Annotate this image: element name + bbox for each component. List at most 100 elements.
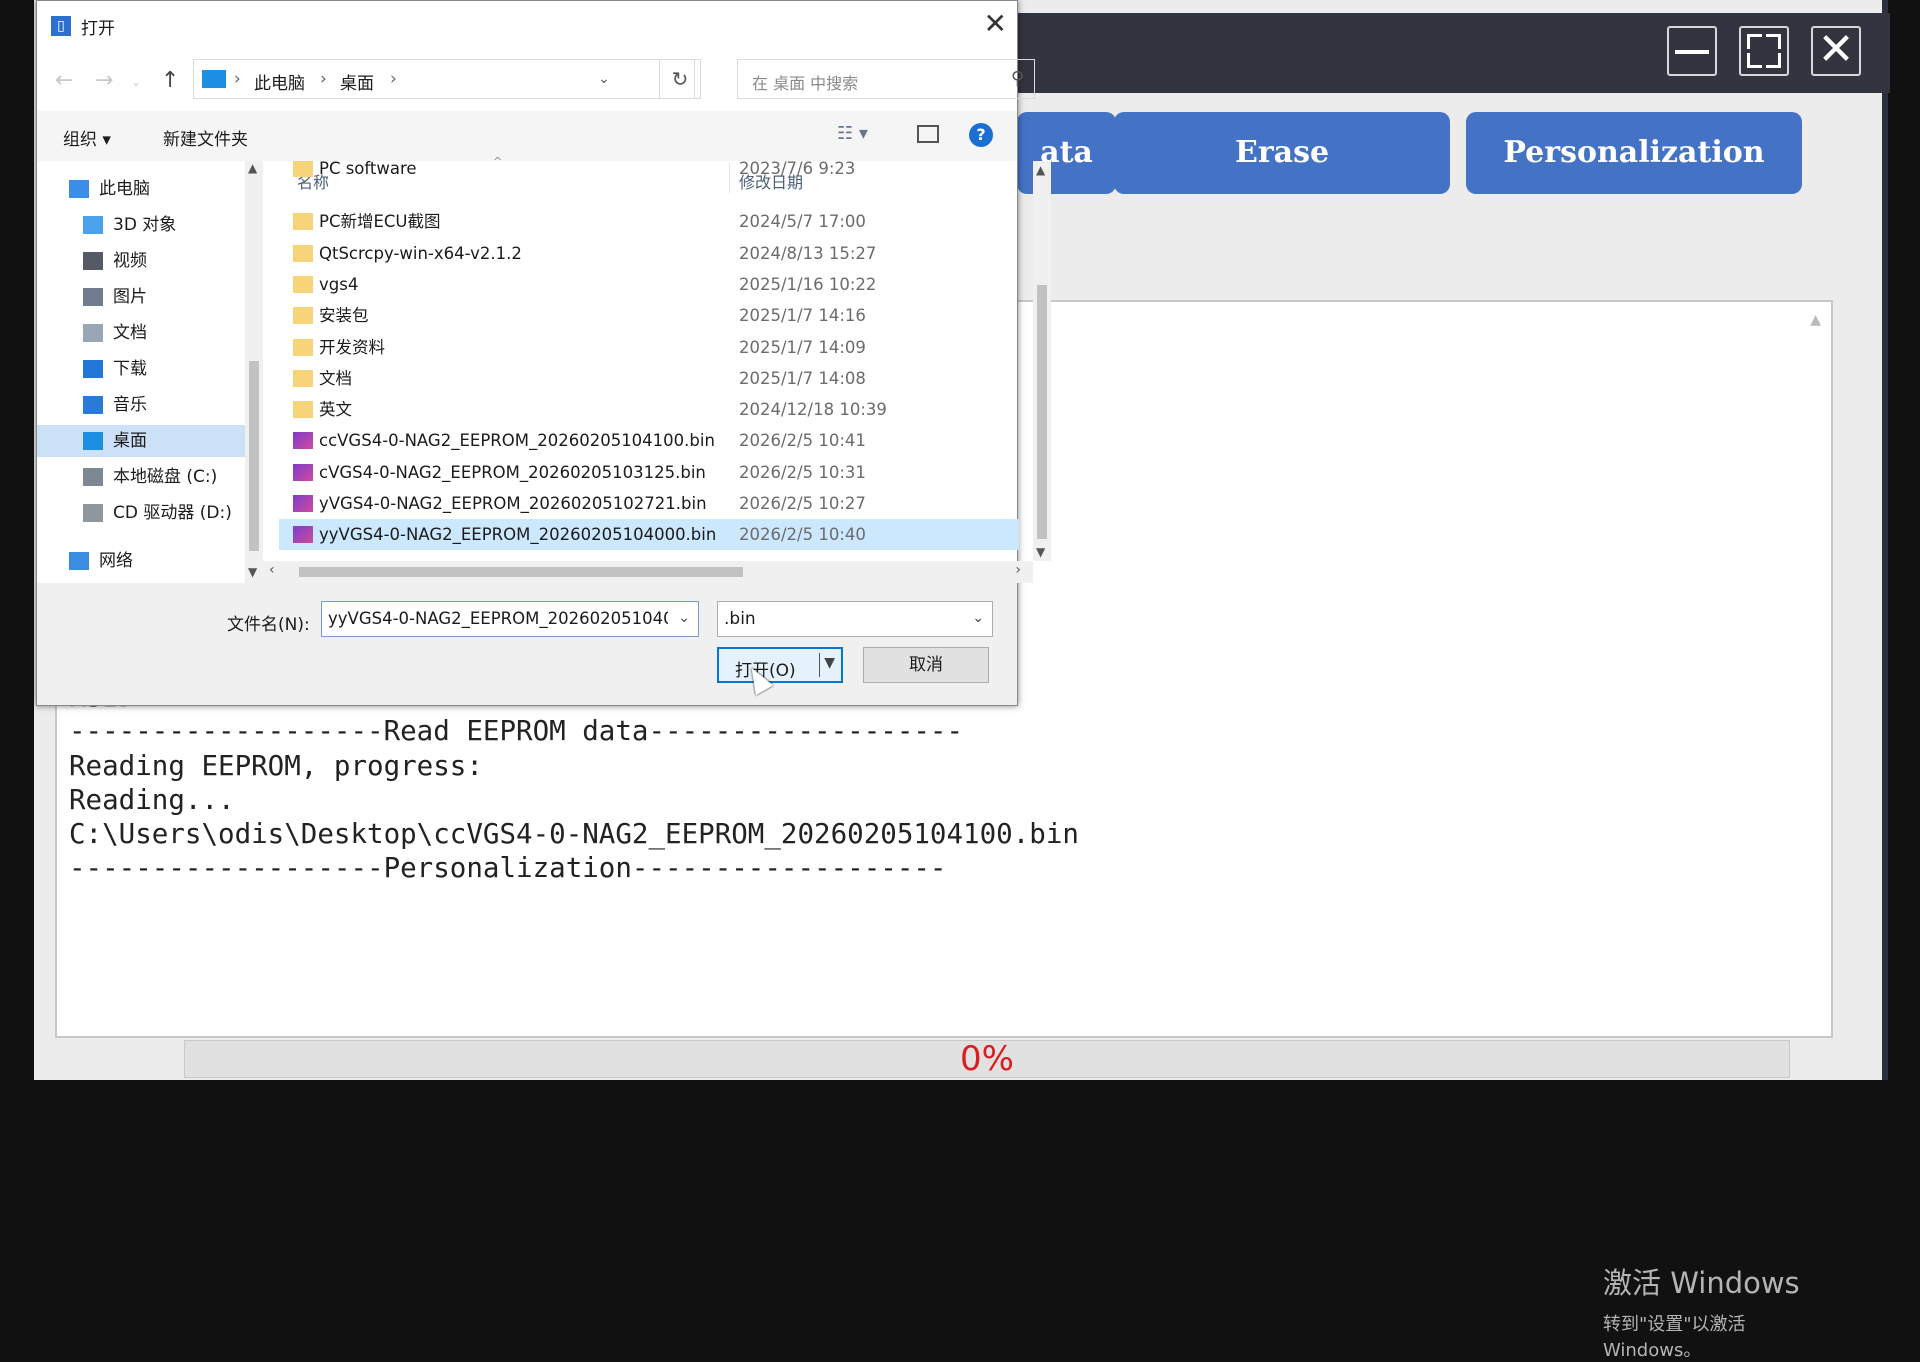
nav-item[interactable]: 音乐 xyxy=(37,389,249,421)
nav-item[interactable]: 文档 xyxy=(37,317,249,349)
nav-item[interactable]: 下载 xyxy=(37,353,249,385)
filetype-select[interactable]: .bin ⌄ xyxy=(717,601,993,637)
file-name: 文档 xyxy=(319,368,352,388)
maximize-button[interactable] xyxy=(1739,26,1789,76)
close-app-button[interactable]: ✕ xyxy=(1811,26,1861,76)
cd-drive-icon xyxy=(83,504,103,522)
folder-icon xyxy=(293,213,313,231)
address-dropdown-icon[interactable]: ⌄ xyxy=(598,71,610,87)
file-date: 2025/1/7 14:08 xyxy=(739,368,866,388)
file-date: 2026/2/5 10:31 xyxy=(739,462,866,482)
file-date: 2026/2/5 10:27 xyxy=(739,494,866,513)
nav-item[interactable]: 图片 xyxy=(37,281,249,313)
file-row[interactable]: vgs4 2025/1/16 10:22 xyxy=(279,269,1019,300)
scroll-up-icon[interactable]: ▲ xyxy=(1036,163,1045,177)
file-date: 2024/8/13 15:27 xyxy=(739,243,877,263)
nav-item[interactable]: 此电脑 xyxy=(37,173,249,205)
recent-dropdown-icon[interactable]: ⌄ xyxy=(131,75,141,89)
back-arrow-icon[interactable]: ← xyxy=(55,68,73,93)
open-button[interactable]: 打开(O) ▼ xyxy=(717,647,843,683)
download-icon xyxy=(83,360,103,378)
organize-button[interactable]: 组织 ▾ xyxy=(63,125,111,150)
file-name: PC software xyxy=(319,161,417,178)
file-row[interactable]: 文档 2025/1/7 14:08 xyxy=(279,363,1019,394)
search-input[interactable]: 在 桌面 中搜索 xyxy=(752,70,858,94)
breadcrumb-desktop[interactable]: 桌面 xyxy=(340,69,374,94)
file-row[interactable]: PC新增ECU截图 2024/5/7 17:00 xyxy=(279,206,1019,237)
desktop-icon xyxy=(83,432,103,450)
scroll-down-icon[interactable]: ▼ xyxy=(1036,545,1045,559)
nav-item-label: 本地磁盘 (C:) xyxy=(113,467,218,487)
breadcrumb-this-pc[interactable]: 此电脑 xyxy=(254,69,305,94)
refresh-button[interactable]: ↻ xyxy=(659,59,701,99)
disk-icon xyxy=(83,468,103,486)
scroll-down-icon[interactable]: ▼ xyxy=(248,565,257,579)
navigation-bar: ← → ⌄ ↑ › 此电脑 › 桌面 › ⌄ ↻ 在 桌面 中搜索 ⚲ xyxy=(37,49,1035,111)
log-line: Reading... xyxy=(69,783,235,816)
scroll-up-icon[interactable]: ▲ xyxy=(248,161,257,175)
watermark-title: 激活 Windows xyxy=(1603,1266,1800,1300)
file-name: ccVGS4-0-NAG2_EEPROM_20260205104100.bin xyxy=(319,431,715,451)
open-dropdown-icon[interactable]: ▼ xyxy=(824,655,835,671)
erase-button[interactable]: Erase xyxy=(1114,112,1450,194)
scroll-up-icon[interactable]: ▲ xyxy=(1810,312,1821,328)
picture-icon xyxy=(83,288,103,306)
progress-label: 0% xyxy=(960,1039,1014,1079)
folder-icon xyxy=(293,244,313,262)
file-date: 2026/2/5 10:41 xyxy=(739,431,866,451)
folder-icon xyxy=(293,275,313,293)
nav-item[interactable]: 网络 xyxy=(37,545,249,577)
new-folder-button[interactable]: 新建文件夹 xyxy=(163,125,248,150)
minimize-button[interactable] xyxy=(1667,26,1717,76)
maximize-icon-corner xyxy=(1747,53,1762,68)
folder-icon xyxy=(293,307,313,325)
file-list-hscrollbar[interactable]: ‹ › xyxy=(263,561,1033,583)
filename-input[interactable]: yyVGS4-0-NAG2_EEPROM_20260205104000.bin … xyxy=(321,601,699,637)
file-row[interactable]: cVGS4-0-NAG2_EEPROM_20260205103125.bin 20… xyxy=(279,457,1019,488)
nav-item-label: 3D 对象 xyxy=(113,215,177,235)
personalization-button[interactable]: Personalization xyxy=(1466,112,1802,194)
chevron-down-icon[interactable]: ⌄ xyxy=(678,610,690,626)
nav-scrollbar[interactable]: ▲ ▼ xyxy=(245,161,263,583)
file-name: QtScrcpy-win-x64-v2.1.2 xyxy=(319,243,522,263)
scroll-left-icon[interactable]: ‹ xyxy=(269,562,275,578)
file-row[interactable]: 英文 2024/12/18 10:39 xyxy=(279,394,1019,425)
dialog-toolbar: 组织 ▾ 新建文件夹 ☷ ▾ ? xyxy=(37,111,1017,161)
nav-scroll-thumb[interactable] xyxy=(249,361,259,551)
help-icon[interactable]: ? xyxy=(969,123,993,147)
nav-item[interactable]: 视频 xyxy=(37,245,249,277)
nav-item[interactable]: 桌面 xyxy=(37,425,249,457)
file-row[interactable]: yyVGS4-0-NAG2_EEPROM_20260205104000.bin 2… xyxy=(279,519,1019,551)
search-box[interactable]: 在 桌面 中搜索 ⚲ xyxy=(737,59,1035,99)
nav-item-label: 此电脑 xyxy=(99,179,150,199)
file-row[interactable]: 安装包 2025/1/7 14:16 xyxy=(279,300,1019,331)
cube-icon xyxy=(83,216,103,234)
preview-pane-icon[interactable] xyxy=(917,125,939,143)
up-arrow-icon[interactable]: ↑ xyxy=(161,68,179,93)
file-row[interactable]: yVGS4-0-NAG2_EEPROM_20260205102721.bin 20… xyxy=(279,488,1019,519)
log-lines: RSID: ..................................… xyxy=(69,680,1079,886)
file-date: 2025/1/7 14:09 xyxy=(739,337,866,357)
dialog-close-button[interactable]: ✕ xyxy=(984,7,1007,40)
refresh-icon: ↻ xyxy=(671,67,689,91)
file-row[interactable]: 开发资料 2025/1/7 14:09 xyxy=(279,332,1019,363)
file-list-vscrollbar[interactable]: ▲ ▼ xyxy=(1033,161,1051,561)
hscroll-thumb[interactable] xyxy=(299,567,743,577)
document-icon xyxy=(83,324,103,342)
nav-item[interactable]: 本地磁盘 (C:) xyxy=(37,461,249,493)
file-row[interactable]: PC software 2023/7/6 9:23 xyxy=(279,161,1019,184)
scroll-right-icon[interactable]: › xyxy=(1015,562,1021,578)
forward-arrow-icon[interactable]: → xyxy=(95,68,113,93)
view-options-icon[interactable]: ☷ ▾ xyxy=(837,123,868,144)
nav-item[interactable]: 3D 对象 xyxy=(37,209,249,241)
navigation-pane: 此电脑 3D 对象视频图片文档下载音乐桌面本地磁盘 (C:) CD 驱动器 (D:)… xyxy=(37,161,263,583)
file-row[interactable]: QtScrcpy-win-x64-v2.1.2 2024/8/13 15:27 xyxy=(279,238,1019,269)
maximize-icon-corner xyxy=(1766,53,1781,68)
cancel-button[interactable]: 取消 xyxy=(863,647,989,683)
file-row[interactable]: ccVGS4-0-NAG2_EEPROM_20260205104100.bin 2… xyxy=(279,425,1019,456)
bin-file-icon xyxy=(293,526,313,544)
address-bar[interactable]: › 此电脑 › 桌面 › ⌄ xyxy=(193,59,695,99)
network-icon xyxy=(69,552,89,570)
nav-item[interactable]: CD 驱动器 (D:) xyxy=(37,497,249,529)
vscroll-thumb[interactable] xyxy=(1037,285,1047,539)
